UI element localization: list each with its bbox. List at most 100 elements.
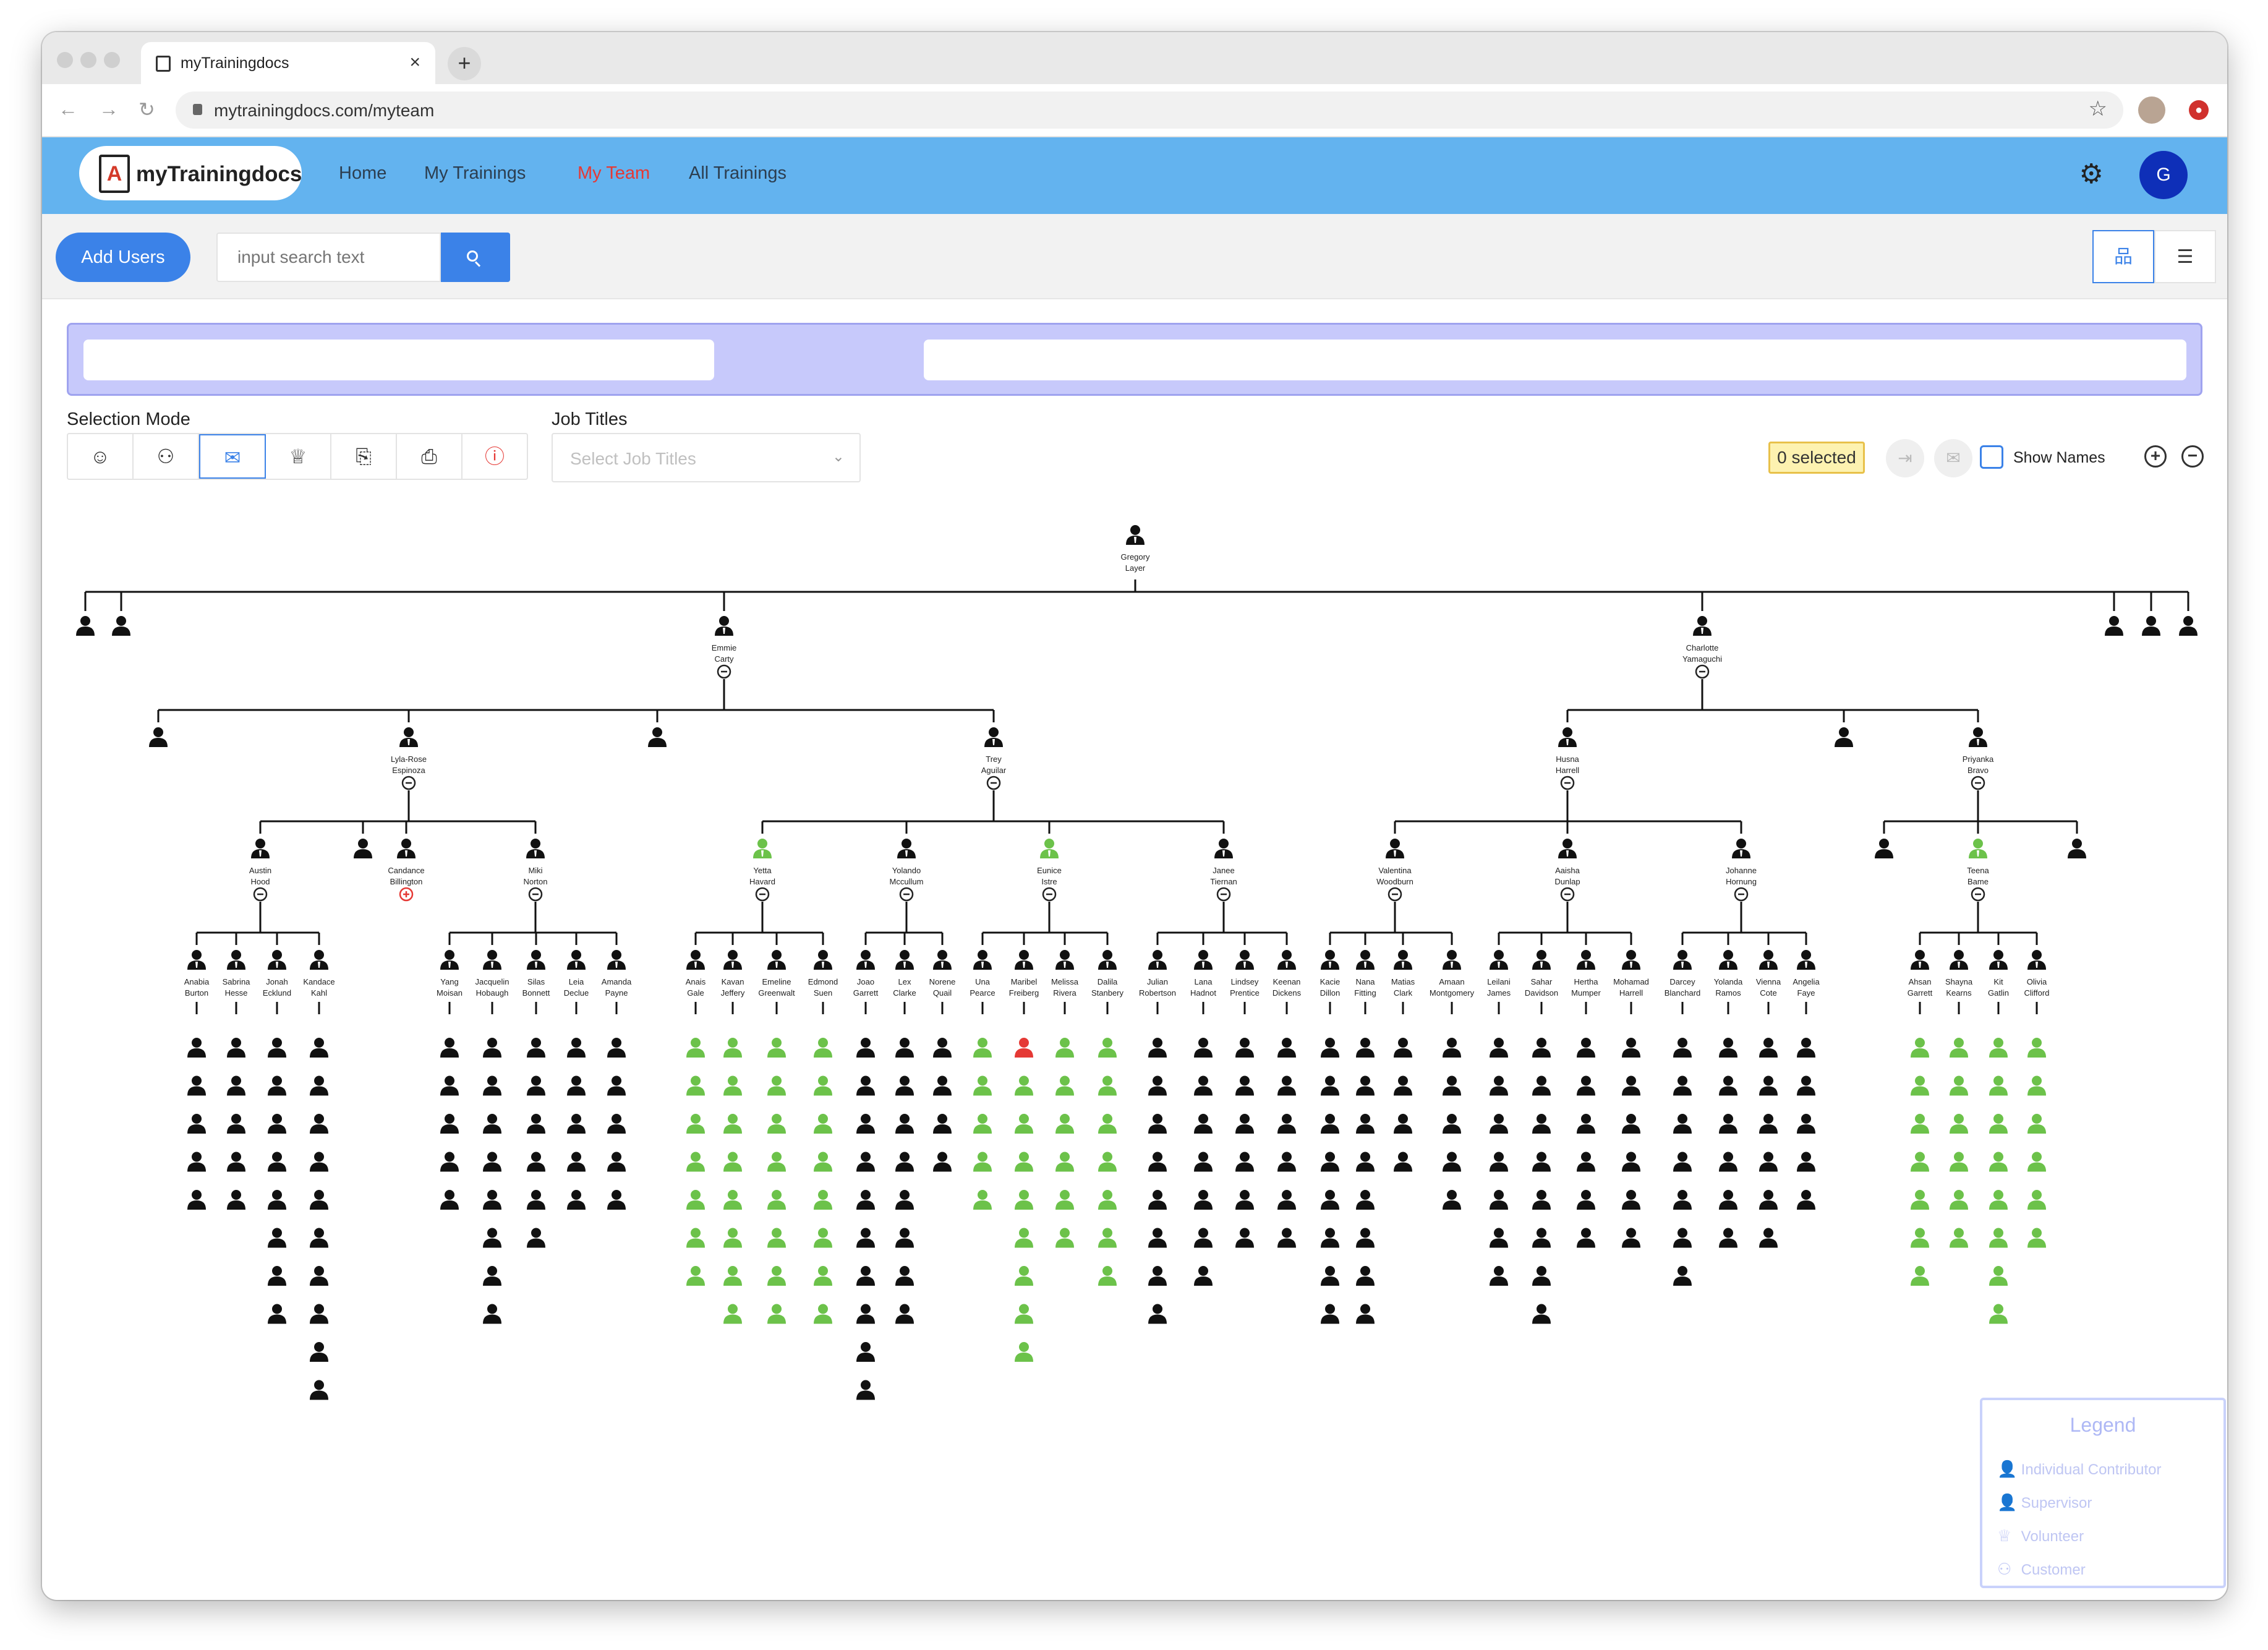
report-person-icon[interactable]: [310, 1342, 328, 1362]
report-person-icon[interactable]: [1443, 1190, 1461, 1210]
report-person-icon[interactable]: [187, 1114, 206, 1134]
collapse-icon[interactable]: [1388, 887, 1402, 902]
report-person-icon[interactable]: [1321, 1075, 1339, 1096]
report-person-icon[interactable]: [767, 1228, 786, 1248]
report-person-icon[interactable]: [527, 1152, 545, 1172]
collapse-icon[interactable]: [401, 776, 416, 790]
person-icon-hertha-mumper[interactable]: [1577, 950, 1595, 970]
person-icon-melissa-rivera[interactable]: [1055, 950, 1074, 970]
report-person-icon[interactable]: [1577, 1114, 1595, 1134]
report-person-icon[interactable]: [1015, 1228, 1033, 1248]
report-person-icon[interactable]: [1443, 1152, 1461, 1172]
report-person-icon[interactable]: [814, 1038, 832, 1058]
report-person-icon[interactable]: [1797, 1075, 1815, 1096]
report-person-icon[interactable]: [1235, 1152, 1254, 1172]
person-icon-yetta-havard[interactable]: [753, 839, 772, 858]
report-person-icon[interactable]: [1622, 1075, 1640, 1096]
person-icon-mohamad-harrell[interactable]: [1622, 950, 1640, 970]
report-person-icon[interactable]: [1532, 1152, 1551, 1172]
report-person-icon[interactable]: [187, 1152, 206, 1172]
report-person-icon[interactable]: [814, 1152, 832, 1172]
person-icon-joao-garrett[interactable]: [856, 950, 875, 970]
report-person-icon[interactable]: [856, 1304, 875, 1324]
report-person-icon[interactable]: [814, 1304, 832, 1324]
report-person-icon[interactable]: [227, 1152, 245, 1172]
person-icon-anabia-burton[interactable]: [187, 950, 206, 970]
report-person-icon[interactable]: [527, 1190, 545, 1210]
report-person-icon[interactable]: [973, 1038, 992, 1058]
report-person-icon[interactable]: [1532, 1266, 1551, 1286]
report-person-icon[interactable]: [1532, 1190, 1551, 1210]
window-maximize-dot[interactable]: [104, 52, 120, 68]
report-person-icon[interactable]: [1015, 1038, 1033, 1058]
report-person-icon[interactable]: [1443, 1114, 1461, 1134]
report-person-icon[interactable]: [814, 1266, 832, 1286]
report-person-icon[interactable]: [607, 1190, 626, 1210]
report-person-icon[interactable]: [1015, 1075, 1033, 1096]
report-person-icon[interactable]: [1490, 1114, 1508, 1134]
report-person-icon[interactable]: [1277, 1038, 1296, 1058]
report-person-icon[interactable]: [1950, 1038, 1968, 1058]
report-person-icon[interactable]: [1356, 1038, 1375, 1058]
report-person-icon[interactable]: [2027, 1075, 2046, 1096]
report-person-icon[interactable]: [2027, 1038, 2046, 1058]
report-person-icon[interactable]: [973, 1190, 992, 1210]
report-person-icon[interactable]: [483, 1114, 501, 1134]
report-person-icon[interactable]: [1015, 1342, 1033, 1362]
report-person-icon[interactable]: [1490, 1038, 1508, 1058]
report-person-icon[interactable]: [686, 1152, 705, 1172]
report-person-icon[interactable]: [856, 1075, 875, 1096]
report-person-icon[interactable]: [1759, 1228, 1778, 1248]
report-person-icon[interactable]: [1719, 1228, 1737, 1248]
collapse-icon[interactable]: [1971, 776, 1985, 790]
report-person-icon[interactable]: [1532, 1038, 1551, 1058]
person-icon-amaan-montgomery[interactable]: [1443, 950, 1461, 970]
report-person-icon[interactable]: [1356, 1190, 1375, 1210]
report-person-icon[interactable]: [1490, 1228, 1508, 1248]
person-icon-husna-harrell[interactable]: [1558, 727, 1577, 747]
report-person-icon[interactable]: [723, 1152, 742, 1172]
report-person-icon[interactable]: [1055, 1228, 1074, 1248]
report-person-icon[interactable]: [440, 1114, 459, 1134]
report-person-icon[interactable]: [1989, 1190, 2008, 1210]
person-icon[interactable]: [2179, 616, 2198, 636]
report-person-icon[interactable]: [1277, 1152, 1296, 1172]
report-person-icon[interactable]: [310, 1228, 328, 1248]
report-person-icon[interactable]: [567, 1114, 586, 1134]
person-icon-nana-fitting[interactable]: [1356, 950, 1375, 970]
report-person-icon[interactable]: [483, 1152, 501, 1172]
collapse-icon[interactable]: [1042, 887, 1057, 902]
report-person-icon[interactable]: [1622, 1190, 1640, 1210]
person-icon-emeline-greenwalt[interactable]: [767, 950, 786, 970]
report-person-icon[interactable]: [1622, 1152, 1640, 1172]
report-person-icon[interactable]: [1577, 1152, 1595, 1172]
report-person-icon[interactable]: [1098, 1114, 1117, 1134]
collapse-icon[interactable]: [1971, 887, 1985, 902]
collapse-icon[interactable]: [1734, 887, 1749, 902]
report-person-icon[interactable]: [767, 1075, 786, 1096]
report-person-icon[interactable]: [527, 1114, 545, 1134]
report-person-icon[interactable]: [527, 1228, 545, 1248]
person-icon-yang-moisan[interactable]: [440, 950, 459, 970]
report-person-icon[interactable]: [310, 1304, 328, 1324]
person-icon-matias-clark[interactable]: [1394, 950, 1412, 970]
report-person-icon[interactable]: [1321, 1152, 1339, 1172]
report-person-icon[interactable]: [1015, 1190, 1033, 1210]
report-person-icon[interactable]: [1719, 1152, 1737, 1172]
report-person-icon[interactable]: [1235, 1190, 1254, 1210]
window-minimize-dot[interactable]: [80, 52, 96, 68]
back-icon[interactable]: ←: [58, 98, 78, 121]
report-person-icon[interactable]: [1055, 1038, 1074, 1058]
person-icon-olivia-clifford[interactable]: [2027, 950, 2046, 970]
report-person-icon[interactable]: [723, 1038, 742, 1058]
report-person-icon[interactable]: [1148, 1075, 1167, 1096]
report-person-icon[interactable]: [1673, 1075, 1692, 1096]
person-icon-kit-gatlin[interactable]: [1989, 950, 2008, 970]
person-icon[interactable]: [354, 839, 372, 858]
report-person-icon[interactable]: [1148, 1038, 1167, 1058]
url-text[interactable]: mytrainingdocs.com/myteam: [214, 101, 434, 121]
person-icon-leilani-james[interactable]: [1490, 950, 1508, 970]
person-icon-kandace-kahl[interactable]: [310, 950, 328, 970]
report-person-icon[interactable]: [1321, 1228, 1339, 1248]
report-person-icon[interactable]: [856, 1380, 875, 1400]
